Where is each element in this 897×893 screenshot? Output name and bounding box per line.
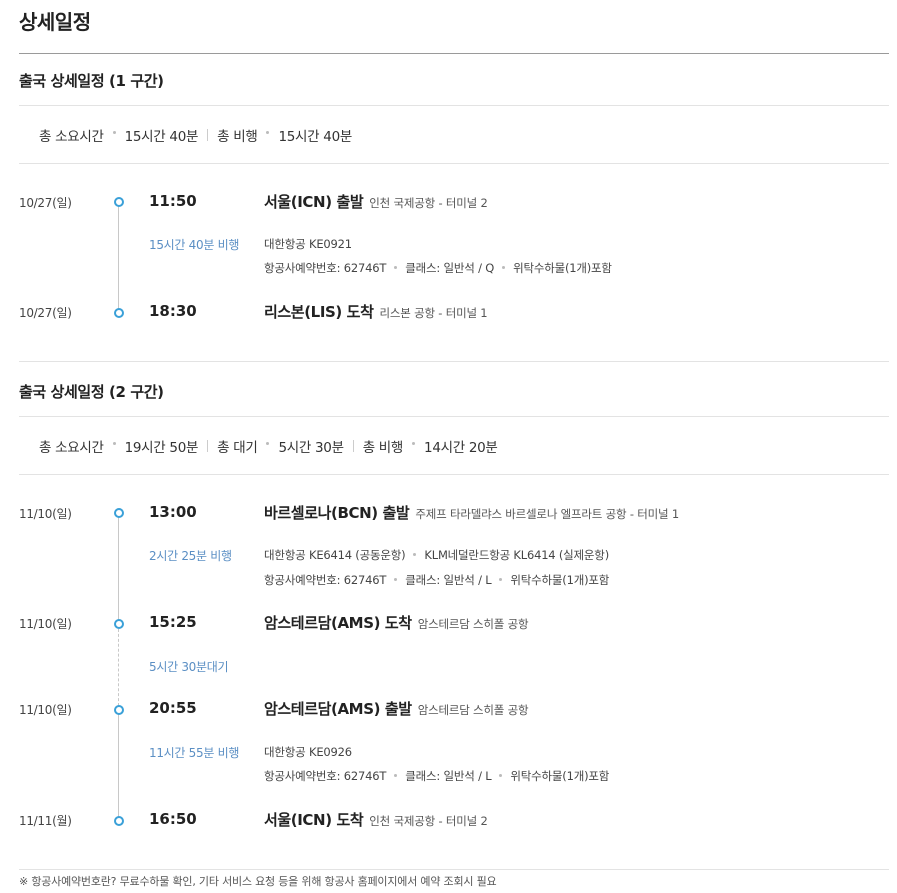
departure-place: 서울(ICN) 출발 인천 국제공항 - 터미널 2 [264, 191, 488, 212]
section-heading: 출국 상세일정 (1 구간) [19, 56, 889, 106]
footer-note: ※ 항공사예약번호란? 무료수하물 확인, 기타 서비스 요청 등을 위해 항공… [19, 869, 889, 889]
separator-bar [207, 129, 209, 141]
trip-summary: 총 소요시간 15시간 40분 총 비행 15시간 40분 [19, 107, 889, 164]
flight-time-value: 15시간 40분 [278, 129, 352, 145]
separator-dot [394, 774, 398, 777]
separator-dot [502, 266, 506, 269]
departure-place: 암스테르담(AMS) 출발 암스테르담 스히폴 공항 [264, 698, 529, 719]
separator-dot [394, 266, 398, 269]
place-name: 리스본(LIS) 도착 [264, 303, 374, 321]
wait-time-value: 5시간 30분 [278, 440, 344, 456]
separator-dot [394, 578, 398, 581]
airline-info: 대한항공 KE0921 [264, 237, 352, 251]
booking-number: 항공사예약번호: 62746T [264, 573, 387, 587]
booking-number: 항공사예약번호: 62746T [264, 769, 387, 783]
place-name: 서울(ICN) 출발 [264, 193, 364, 211]
separator-dot [413, 553, 417, 556]
layover-duration: 5시간 30분대기 [149, 660, 229, 674]
separator-dot [266, 441, 270, 445]
flight-time: 20:55 [149, 699, 197, 717]
flight-time-label: 총 비행 [217, 129, 258, 145]
page-title: 상세일정 [19, 10, 91, 34]
flight-date: 11/10(일) [19, 617, 72, 631]
separator-dot [112, 441, 116, 445]
booking-info: 항공사예약번호: 62746T 클래스: 일반석 / Q 위탁수하물(1개)포함 [264, 260, 612, 276]
seat-class: 클래스: 일반석 / Q [405, 261, 495, 275]
timeline-node-icon [114, 705, 124, 715]
seat-class: 클래스: 일반석 / L [405, 769, 492, 783]
flight-duration: 11시간 55분 비행 [149, 746, 240, 760]
arrival-row: 11/11(월) 16:50 서울(ICN) 도착 인천 국제공항 - 터미널 2 [19, 809, 889, 833]
separator-dot [499, 578, 503, 581]
total-time-value: 15시간 40분 [124, 129, 199, 145]
separator-dot [412, 441, 416, 445]
timeline-node-icon [114, 508, 124, 518]
place-name: 서울(ICN) 도착 [264, 811, 364, 829]
flight-time: 18:30 [149, 302, 197, 320]
airline-info: 대한항공 KE6414 (공동운항) KLM네덜란드항공 KL6414 (실제운항… [264, 547, 609, 563]
trip-summary: 총 소요시간 19시간 50분 총 대기 5시간 30분 총 비행 14시간 2… [19, 418, 889, 475]
airline-info: 대한항공 KE0926 [264, 745, 352, 759]
flight-date: 10/27(일) [19, 196, 72, 210]
flight-time: 13:00 [149, 503, 197, 521]
section-heading: 출국 상세일정 (2 구간) [19, 367, 889, 417]
seat-class: 클래스: 일반석 / L [405, 573, 492, 587]
wait-time-label: 총 대기 [217, 440, 258, 456]
airport-name: 암스테르담 스히폴 공항 [417, 617, 529, 631]
title-divider [19, 53, 889, 54]
arrival-row: 10/27(일) 18:30 리스본(LIS) 도착 리스본 공항 - 터미널 1 [19, 301, 889, 325]
separator-dot [112, 130, 116, 134]
baggage-info: 위탁수하물(1개)포함 [513, 261, 612, 275]
booking-number: 항공사예약번호: 62746T [264, 261, 387, 275]
total-time-label: 총 소요시간 [39, 129, 104, 145]
timeline-line [118, 513, 119, 624]
separator-bar [207, 440, 209, 452]
arrival-place: 서울(ICN) 도착 인천 국제공항 - 터미널 2 [264, 809, 488, 830]
flight-time-label: 총 비행 [362, 440, 404, 456]
flight-time: 16:50 [149, 810, 197, 828]
departure-row: 11/10(일) 20:55 암스테르담(AMS) 출발 암스테르담 스히폴 공항 [19, 698, 889, 722]
marketing-carrier: 대한항공 KE6414 (공동운항) [264, 548, 406, 562]
departure-place: 바르셀로나(BCN) 출발 주제프 타라델랴스 바르셀로나 엘프라트 공항 - 터… [264, 502, 679, 523]
timeline-node-icon [114, 816, 124, 826]
total-time-label: 총 소요시간 [39, 440, 104, 456]
timeline-node-icon [114, 308, 124, 318]
flight-time: 15:25 [149, 613, 197, 631]
arrival-place: 리스본(LIS) 도착 리스본 공항 - 터미널 1 [264, 301, 488, 322]
airport-name: 리스본 공항 - 터미널 1 [379, 306, 488, 320]
booking-info: 항공사예약번호: 62746T 클래스: 일반석 / L 위탁수하물(1개)포함 [264, 768, 609, 784]
flight-date: 11/10(일) [19, 703, 72, 717]
separator-dot [499, 774, 503, 777]
timeline-line [118, 202, 119, 313]
separator-dot [266, 130, 270, 134]
airport-name: 암스테르담 스히폴 공항 [417, 703, 529, 717]
flight-date: 11/11(월) [19, 814, 72, 828]
total-time-value: 19시간 50분 [124, 440, 199, 456]
airport-name: 주제프 타라델랴스 바르셀로나 엘프라트 공항 - 터미널 1 [415, 507, 679, 521]
section-divider [19, 361, 889, 362]
booking-info: 항공사예약번호: 62746T 클래스: 일반석 / L 위탁수하물(1개)포함 [264, 572, 609, 588]
baggage-info: 위탁수하물(1개)포함 [510, 573, 610, 587]
flight-date: 11/10(일) [19, 507, 72, 521]
timeline-node-icon [114, 197, 124, 207]
place-name: 암스테르담(AMS) 출발 [264, 700, 412, 718]
airport-name: 인천 국제공항 - 터미널 2 [369, 814, 488, 828]
place-name: 바르셀로나(BCN) 출발 [264, 504, 410, 522]
flight-time: 11:50 [149, 192, 197, 210]
timeline-line [118, 711, 119, 822]
flight-time-value: 14시간 20분 [424, 440, 498, 456]
flight-duration: 2시간 25분 비행 [149, 549, 232, 563]
arrival-place: 암스테르담(AMS) 도착 암스테르담 스히폴 공항 [264, 612, 529, 633]
operating-carrier: KLM네덜란드항공 KL6414 (실제운항) [424, 548, 609, 562]
departure-row: 11/10(일) 13:00 바르셀로나(BCN) 출발 주제프 타라델랴스 바르… [19, 502, 889, 526]
arrival-row: 11/10(일) 15:25 암스테르담(AMS) 도착 암스테르담 스히폴 공항 [19, 612, 889, 636]
timeline-node-icon [114, 619, 124, 629]
separator-bar [352, 440, 354, 452]
flight-date: 10/27(일) [19, 306, 72, 320]
airport-name: 인천 국제공항 - 터미널 2 [369, 196, 488, 210]
place-name: 암스테르담(AMS) 도착 [264, 614, 412, 632]
departure-row: 10/27(일) 11:50 서울(ICN) 출발 인천 국제공항 - 터미널 2 [19, 191, 889, 215]
baggage-info: 위탁수하물(1개)포함 [510, 769, 610, 783]
flight-duration: 15시간 40분 비행 [149, 238, 240, 252]
